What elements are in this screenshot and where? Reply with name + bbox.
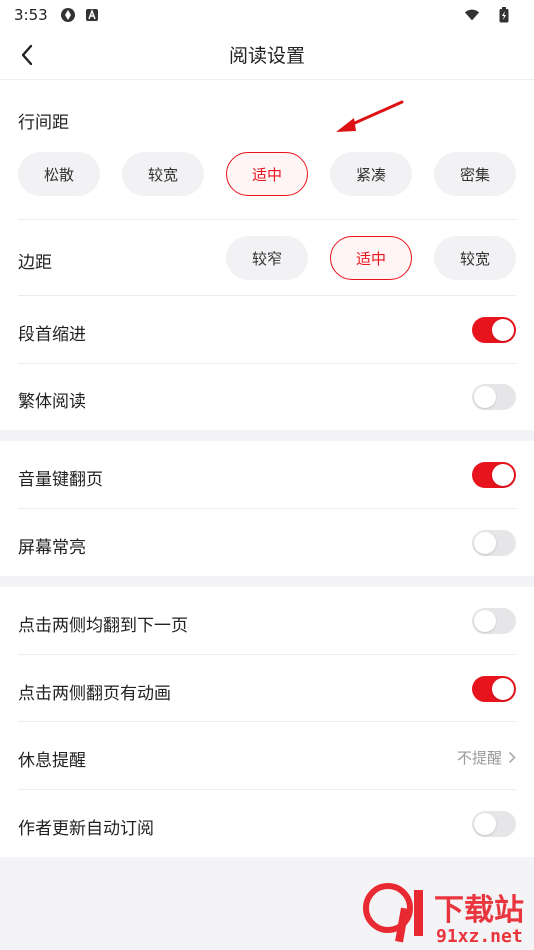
margin-option-wide[interactable]: 较宽 (434, 236, 516, 280)
divider (18, 508, 516, 509)
divider (18, 721, 516, 722)
tap-settings-section: 点击两侧均翻到下一页 点击两侧翻页有动画 休息提醒 不提醒 作者更新自动订阅 (0, 587, 534, 857)
margin-option-medium[interactable]: 适中 (330, 236, 412, 280)
tap-flip-animation-label: 点击两侧翻页有动画 (18, 684, 171, 704)
toggle-knob (492, 319, 514, 341)
rest-reminder-setting[interactable]: 不提醒 (457, 747, 516, 768)
app-notification-icon (60, 7, 76, 23)
toggle-knob (474, 813, 496, 835)
chevron-right-icon (508, 751, 516, 764)
layout-settings-section: 行间距 松散 较宽 适中 紧凑 密集 边距 较窄 适中 较宽 段首缩进 繁体阅读 (0, 80, 534, 430)
page-turn-section: 音量键翻页 屏幕常亮 (0, 441, 534, 576)
margin-option-narrow[interactable]: 较窄 (226, 236, 308, 280)
indent-label: 段首缩进 (18, 325, 86, 345)
status-bar: 3:53 (0, 0, 534, 30)
toggle-knob (474, 610, 496, 632)
svg-text:下载站: 下载站 (434, 893, 524, 928)
rest-reminder-label: 休息提醒 (18, 751, 86, 771)
line-spacing-option-loose[interactable]: 松散 (18, 152, 100, 196)
back-button[interactable] (14, 42, 40, 68)
toggle-knob (492, 678, 514, 700)
battery-icon (496, 7, 512, 23)
line-spacing-label: 行间距 (18, 113, 69, 133)
divider (18, 789, 516, 790)
toggle-knob (492, 464, 514, 486)
volume-key-flip-toggle[interactable] (472, 462, 516, 488)
line-spacing-option-compact[interactable]: 紧凑 (330, 152, 412, 196)
tap-sides-next-page-label: 点击两侧均翻到下一页 (18, 616, 188, 636)
annotation-arrow-icon (336, 100, 404, 132)
chevron-left-icon (21, 44, 33, 66)
toggle-knob (474, 386, 496, 408)
a-notification-icon (84, 7, 100, 23)
page-title: 阅读设置 (228, 45, 305, 67)
toggle-knob (474, 532, 496, 554)
rest-reminder-value: 不提醒 (456, 749, 502, 767)
status-time: 3:53 (14, 6, 48, 24)
auto-subscribe-toggle[interactable] (472, 811, 516, 837)
screen-always-on-toggle[interactable] (472, 530, 516, 556)
tap-flip-animation-toggle[interactable] (472, 676, 516, 702)
wifi-icon (464, 7, 480, 23)
margin-label: 边距 (18, 253, 52, 273)
svg-text:91xz.net: 91xz.net (436, 926, 523, 947)
divider (18, 654, 516, 655)
auto-subscribe-label: 作者更新自动订阅 (18, 819, 154, 839)
traditional-reading-toggle[interactable] (472, 384, 516, 410)
divider (18, 363, 516, 364)
line-spacing-option-wide[interactable]: 较宽 (122, 152, 204, 196)
divider (18, 219, 516, 220)
screen-always-on-label: 屏幕常亮 (18, 538, 86, 558)
traditional-reading-label: 繁体阅读 (18, 392, 86, 412)
title-bar: 阅读设置 (0, 30, 534, 80)
line-spacing-option-medium[interactable]: 适中 (226, 152, 308, 196)
divider (18, 295, 516, 296)
watermark-logo: 下载站 91xz.net (360, 880, 534, 948)
indent-toggle[interactable] (472, 317, 516, 343)
volume-key-flip-label: 音量键翻页 (18, 470, 103, 490)
tap-sides-next-page-toggle[interactable] (472, 608, 516, 634)
line-spacing-option-dense[interactable]: 密集 (434, 152, 516, 196)
